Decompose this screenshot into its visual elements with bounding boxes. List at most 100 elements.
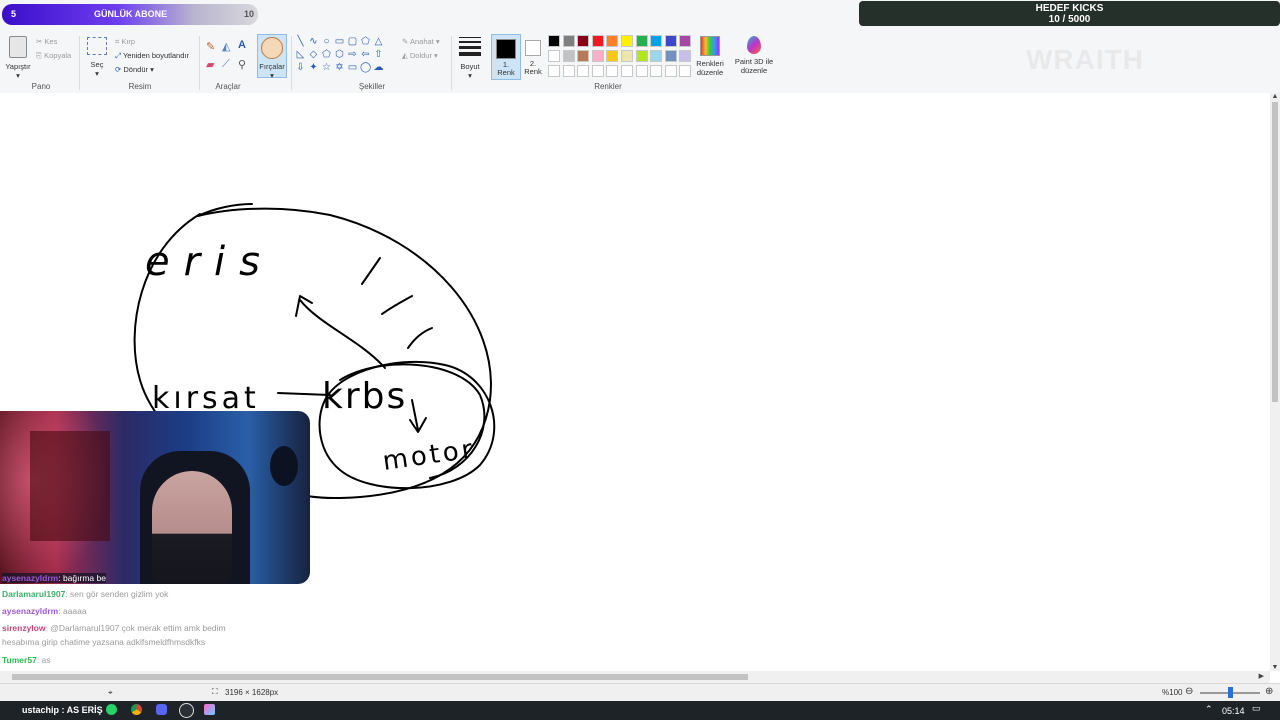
color2-button[interactable]: 2. Renk (522, 34, 544, 78)
palette-swatch[interactable] (679, 50, 692, 62)
palette-swatch-empty[interactable] (635, 65, 648, 77)
edit-colors-button[interactable]: Renkleri düzenle (694, 36, 726, 77)
resize-button[interactable]: ⤢ Yeniden boyutlandır (115, 51, 189, 61)
vertical-scroll-thumb[interactable] (1272, 102, 1278, 402)
arrow-right-icon[interactable]: ⇨ (347, 49, 358, 60)
down-arrow-stroke (409, 399, 427, 433)
palette-swatch[interactable] (562, 50, 575, 62)
palette-swatch[interactable] (548, 50, 560, 62)
outline-button[interactable]: ✎ Anahat ▾ (402, 37, 440, 46)
arrow-up-icon[interactable]: ⇧ (373, 49, 384, 60)
palette-swatch[interactable] (650, 35, 663, 47)
color-palette (548, 35, 698, 77)
canvas[interactable]: eris kırsat krbs motor (0, 93, 1270, 671)
palette-swatch-empty[interactable] (621, 65, 633, 77)
palette-swatch[interactable] (635, 35, 648, 47)
chrome-icon[interactable] (131, 704, 142, 715)
palette-swatch[interactable] (562, 35, 575, 47)
palette-swatch-empty[interactable] (606, 65, 619, 77)
rotate-button[interactable]: ⟳ Döndür ▾ (115, 65, 154, 74)
paint3d-button[interactable]: Paint 3D ile düzenle (732, 36, 776, 75)
palette-swatch-empty[interactable] (577, 65, 590, 77)
palette-swatch[interactable] (679, 35, 692, 47)
palette-swatch-empty[interactable] (679, 65, 692, 77)
arrow-left-icon[interactable]: ⇦ (360, 49, 371, 60)
crop-button[interactable]: ⌗ Kırp (115, 37, 135, 47)
paint-icon[interactable] (204, 704, 215, 715)
webcam-lamp (270, 446, 298, 486)
line-icon[interactable]: ╲ (295, 36, 306, 47)
zoom-level: %100 (1162, 688, 1183, 697)
copy-button[interactable]: ⎘ Kopyala (36, 51, 71, 61)
star4-icon[interactable]: ✦ (308, 62, 319, 73)
discord-icon[interactable] (156, 704, 167, 715)
palette-swatch[interactable] (606, 50, 619, 62)
notification-icon[interactable]: ▭ (1252, 703, 1261, 714)
shapes-gallery[interactable]: ╲ ∿ ○ ▭ ▢ ⬠ △ ◺ ◇ ⬠ ⬡ ⇨ ⇦ ⇧ ⇩ ✦ ☆ ✡ ▭ ◯ … (295, 36, 393, 76)
callout-rect-icon[interactable]: ▭ (347, 62, 358, 73)
fill-button[interactable]: ◭ Doldur ▾ (402, 51, 438, 60)
obs-icon[interactable] (179, 703, 194, 718)
callout-oval-icon[interactable]: ◯ (360, 62, 371, 73)
chat-username: sirenzylow (2, 623, 46, 633)
color-picker-tool[interactable]: ⟋ (222, 58, 230, 71)
polygon-icon[interactable]: ⬠ (360, 36, 371, 47)
palette-swatch-empty[interactable] (591, 65, 604, 77)
kicks-goal: HEDEF KICKS 10 / 5000 (859, 1, 1280, 26)
star5-icon[interactable]: ☆ (321, 62, 332, 73)
palette-swatch-empty[interactable] (562, 65, 575, 77)
oval-icon[interactable]: ○ (321, 36, 332, 47)
pencil-tool[interactable]: ✎ (206, 40, 215, 53)
curve-icon[interactable]: ∿ (308, 36, 319, 47)
rectangle-icon[interactable]: ▭ (334, 36, 345, 47)
palette-swatch-empty[interactable] (650, 65, 663, 77)
cut-button[interactable]: ✂ Kes (36, 37, 57, 46)
palette-swatch[interactable] (650, 50, 663, 62)
palette-swatch-empty[interactable] (548, 65, 560, 77)
scroll-right-icon[interactable]: ▶ (1259, 672, 1264, 680)
arrow-down-icon[interactable]: ⇩ (295, 62, 306, 73)
palette-swatch[interactable] (664, 35, 677, 47)
brushes-button[interactable]: Fırçalar ▾ (257, 34, 287, 80)
zoom-out-icon[interactable]: ⊖ (1185, 686, 1193, 697)
hexagon-icon[interactable]: ⬡ (334, 49, 345, 60)
palette-swatch[interactable] (548, 35, 560, 47)
palette-swatch[interactable] (591, 50, 604, 62)
cloud-icon[interactable]: ☁ (373, 62, 384, 73)
palette-swatch-empty[interactable] (664, 65, 677, 77)
size-button[interactable]: Boyut ▾ (457, 37, 483, 80)
palette-swatch[interactable] (577, 35, 590, 47)
scroll-up-icon[interactable]: ▲ (1270, 93, 1280, 100)
select-button[interactable]: Seç ▾ (86, 37, 108, 78)
zoom-slider-thumb[interactable] (1228, 687, 1233, 698)
fill-tool[interactable]: ◭ (222, 40, 230, 53)
rounded-rectangle-icon[interactable]: ▢ (347, 36, 358, 47)
sub-label: GÜNLÜK ABONE (94, 9, 168, 19)
palette-swatch[interactable] (606, 35, 619, 47)
pentagon-icon[interactable]: ⬠ (321, 49, 332, 60)
vertical-scrollbar[interactable]: ▲ ▼ (1270, 93, 1280, 671)
eraser-tool[interactable]: ▰ (206, 58, 214, 71)
tray-chevron-icon[interactable]: ⌃ (1205, 704, 1213, 715)
diamond-icon[interactable]: ◇ (308, 49, 319, 60)
palette-swatch[interactable] (621, 50, 633, 62)
triangle-icon[interactable]: △ (373, 36, 384, 47)
palette-swatch[interactable] (664, 50, 677, 62)
whatsapp-icon[interactable] (106, 704, 117, 715)
palette-swatch[interactable] (591, 35, 604, 47)
horizontal-scrollbar[interactable]: ▶ (0, 671, 1270, 683)
palette-swatch[interactable] (621, 35, 633, 47)
right-triangle-icon[interactable]: ◺ (295, 49, 306, 60)
text-tool[interactable]: A (238, 39, 246, 51)
star6-icon[interactable]: ✡ (334, 62, 345, 73)
color1-label-b: Renk (497, 68, 515, 77)
scroll-down-icon[interactable]: ▼ (1270, 664, 1280, 671)
palette-swatch[interactable] (577, 50, 590, 62)
palette-swatch[interactable] (635, 50, 648, 62)
magnifier-tool[interactable]: ⚲ (238, 58, 246, 71)
taskbar: ustachip : AS ERİŞ ⌃ 05:14 ▭ (0, 701, 1280, 720)
color1-button[interactable]: 1. Renk (491, 34, 521, 80)
zoom-in-icon[interactable]: ⊕ (1265, 686, 1273, 697)
horizontal-scroll-thumb[interactable] (12, 674, 748, 680)
paste-button[interactable]: Yapıştır ▾ (4, 36, 32, 80)
